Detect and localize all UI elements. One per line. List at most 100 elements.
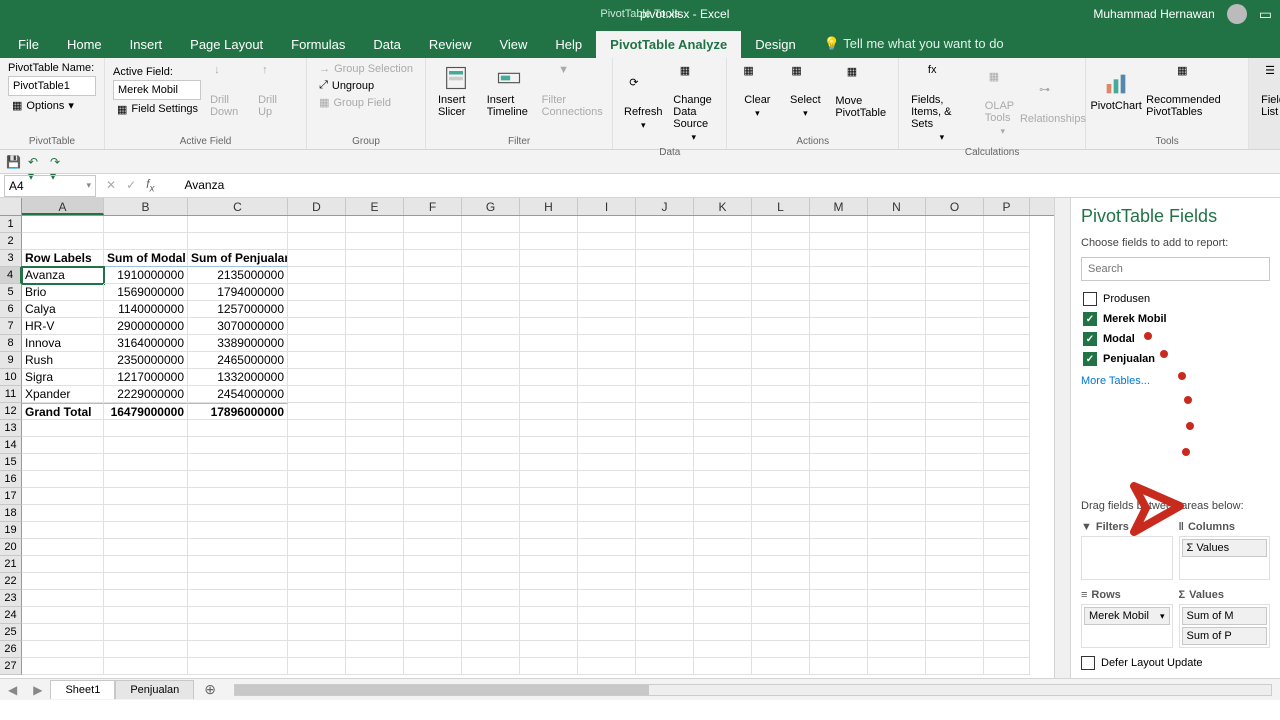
cell-O18[interactable] [926,505,984,522]
cell-H15[interactable] [520,454,578,471]
cell-I15[interactable] [578,454,636,471]
cell-I14[interactable] [578,437,636,454]
field-produsen[interactable]: Produsen [1081,289,1270,309]
cell-K4[interactable] [694,267,752,284]
cell-G27[interactable] [462,658,520,675]
cell-P22[interactable] [984,573,1030,590]
row-header-21[interactable]: 21 [0,556,22,573]
cell-K22[interactable] [694,573,752,590]
cell-K19[interactable] [694,522,752,539]
cell-E9[interactable] [346,352,404,369]
cell-K16[interactable] [694,471,752,488]
cell-A10[interactable]: Sigra [22,369,104,386]
cell-M8[interactable] [810,335,868,352]
cell-M27[interactable] [810,658,868,675]
row-header-25[interactable]: 25 [0,624,22,641]
cell-B7[interactable]: 2900000000 [104,318,188,335]
cell-K27[interactable] [694,658,752,675]
cell-K17[interactable] [694,488,752,505]
cell-A13[interactable] [22,420,104,437]
cell-O6[interactable] [926,301,984,318]
cell-K7[interactable] [694,318,752,335]
tab-home[interactable]: Home [53,31,116,58]
cell-A14[interactable] [22,437,104,454]
cell-M3[interactable] [810,250,868,267]
cell-L4[interactable] [752,267,810,284]
cell-M15[interactable] [810,454,868,471]
cell-E12[interactable] [346,403,404,420]
cell-B5[interactable]: 1569000000 [104,284,188,301]
cell-L17[interactable] [752,488,810,505]
cell-M16[interactable] [810,471,868,488]
more-tables-link[interactable]: More Tables... [1081,375,1270,387]
row-header-16[interactable]: 16 [0,471,22,488]
cell-B6[interactable]: 1140000000 [104,301,188,318]
cell-G19[interactable] [462,522,520,539]
cell-A23[interactable] [22,590,104,607]
cell-L3[interactable] [752,250,810,267]
cell-N4[interactable] [868,267,926,284]
cell-N6[interactable] [868,301,926,318]
cell-I5[interactable] [578,284,636,301]
cell-H25[interactable] [520,624,578,641]
cell-H9[interactable] [520,352,578,369]
cell-L25[interactable] [752,624,810,641]
cell-F20[interactable] [404,539,462,556]
row-header-19[interactable]: 19 [0,522,22,539]
options-button[interactable]: ▦ Options ▾ [8,98,96,113]
vertical-scrollbar[interactable] [1054,198,1070,678]
cell-C20[interactable] [188,539,288,556]
cell-M2[interactable] [810,233,868,250]
cell-B23[interactable] [104,590,188,607]
row-header-13[interactable]: 13 [0,420,22,437]
cell-C1[interactable] [188,216,288,233]
cell-A20[interactable] [22,539,104,556]
cell-N22[interactable] [868,573,926,590]
tab-review[interactable]: Review [415,31,486,58]
cell-B10[interactable]: 1217000000 [104,369,188,386]
cell-D15[interactable] [288,454,346,471]
cell-E22[interactable] [346,573,404,590]
cell-F2[interactable] [404,233,462,250]
cell-M19[interactable] [810,522,868,539]
cell-O15[interactable] [926,454,984,471]
cell-A19[interactable] [22,522,104,539]
cell-C8[interactable]: 3389000000 [188,335,288,352]
cell-I16[interactable] [578,471,636,488]
cell-L13[interactable] [752,420,810,437]
cell-P10[interactable] [984,369,1030,386]
fields-search-input[interactable] [1081,257,1270,281]
cell-K23[interactable] [694,590,752,607]
cell-H26[interactable] [520,641,578,658]
cell-K25[interactable] [694,624,752,641]
row-header-3[interactable]: 3 [0,250,22,267]
cell-G25[interactable] [462,624,520,641]
cell-F11[interactable] [404,386,462,403]
cell-G18[interactable] [462,505,520,522]
cell-P23[interactable] [984,590,1030,607]
cell-H1[interactable] [520,216,578,233]
cell-E18[interactable] [346,505,404,522]
cell-D3[interactable] [288,250,346,267]
cell-K13[interactable] [694,420,752,437]
cell-E17[interactable] [346,488,404,505]
cell-B16[interactable] [104,471,188,488]
cell-K9[interactable] [694,352,752,369]
cell-O24[interactable] [926,607,984,624]
values-area[interactable]: Sum of MSum of P [1179,604,1271,648]
cell-L7[interactable] [752,318,810,335]
cell-H12[interactable] [520,403,578,420]
cell-C23[interactable] [188,590,288,607]
rows-merek-chip[interactable]: Merek Mobil▾ [1084,607,1170,625]
cell-J14[interactable] [636,437,694,454]
column-header-B[interactable]: B [104,198,188,215]
column-header-E[interactable]: E [346,198,404,215]
cell-H13[interactable] [520,420,578,437]
cell-F19[interactable] [404,522,462,539]
cell-G14[interactable] [462,437,520,454]
cell-A12[interactable]: Grand Total [22,403,104,420]
cell-J26[interactable] [636,641,694,658]
column-header-O[interactable]: O [926,198,984,215]
field-penjualan[interactable]: ✓Penjualan [1081,349,1270,369]
cell-K8[interactable] [694,335,752,352]
